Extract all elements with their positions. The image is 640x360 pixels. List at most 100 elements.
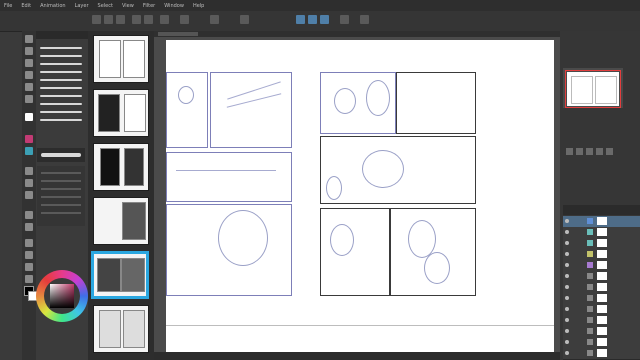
command-bar bbox=[0, 11, 640, 32]
redo-icon[interactable] bbox=[144, 15, 153, 24]
flip-icon[interactable] bbox=[606, 148, 613, 155]
speech-balloon bbox=[424, 252, 450, 284]
menu-help[interactable]: Help bbox=[193, 3, 204, 9]
page-thumbnail[interactable] bbox=[93, 143, 149, 191]
color-saturation-square[interactable] bbox=[50, 284, 74, 308]
speech-balloon bbox=[326, 176, 342, 200]
eye-icon[interactable] bbox=[565, 296, 569, 300]
brush-preset[interactable] bbox=[38, 100, 84, 107]
brush-preset[interactable] bbox=[38, 76, 84, 83]
menu-edit[interactable]: Edit bbox=[21, 3, 31, 9]
eye-icon[interactable] bbox=[565, 307, 569, 311]
eraser-icon[interactable] bbox=[25, 167, 33, 175]
snap-icon[interactable] bbox=[240, 15, 249, 24]
zoom-icon[interactable] bbox=[25, 35, 33, 43]
ruler-icon[interactable] bbox=[25, 239, 33, 247]
fill-icon[interactable] bbox=[25, 179, 33, 187]
layer-color-swatch bbox=[587, 229, 593, 235]
speech-balloon bbox=[366, 80, 390, 116]
brush-preset[interactable] bbox=[38, 108, 84, 115]
zoom-out-icon[interactable] bbox=[566, 148, 573, 155]
page-thumbnail[interactable] bbox=[93, 35, 149, 83]
menu-layer[interactable]: Layer bbox=[75, 3, 89, 9]
brush-preset[interactable] bbox=[38, 60, 84, 67]
eye-icon[interactable] bbox=[565, 285, 569, 289]
eye-icon[interactable] bbox=[565, 219, 569, 223]
eye-icon[interactable] bbox=[565, 263, 569, 267]
eye-icon[interactable] bbox=[565, 351, 569, 355]
balloon-icon[interactable] bbox=[25, 263, 33, 271]
sketch-line bbox=[176, 170, 276, 171]
menu-bar: File Edit Animation Layer Select View Fi… bbox=[0, 0, 640, 11]
new-icon[interactable] bbox=[92, 15, 101, 24]
rotate-right-icon[interactable] bbox=[596, 148, 603, 155]
undo-icon[interactable] bbox=[132, 15, 141, 24]
open-icon[interactable] bbox=[104, 15, 113, 24]
selection-icon[interactable] bbox=[25, 59, 33, 67]
page-thumbnail[interactable] bbox=[93, 305, 149, 353]
snap-special-ruler-icon[interactable] bbox=[308, 15, 317, 24]
layer-color-swatch bbox=[587, 339, 593, 345]
text-icon[interactable] bbox=[25, 251, 33, 259]
tool-property-panel bbox=[37, 166, 85, 226]
menu-animation[interactable]: Animation bbox=[40, 3, 66, 9]
eye-icon[interactable] bbox=[565, 329, 569, 333]
eye-icon[interactable] bbox=[565, 252, 569, 256]
brush-preset[interactable] bbox=[38, 84, 84, 91]
settings-icon[interactable] bbox=[210, 15, 219, 24]
layer-color-swatch bbox=[587, 251, 593, 257]
manga-panel bbox=[166, 72, 208, 148]
rotate-left-icon[interactable] bbox=[586, 148, 593, 155]
dots-icon[interactable] bbox=[360, 15, 369, 24]
brush-preset[interactable] bbox=[38, 44, 84, 51]
frame-icon[interactable] bbox=[25, 223, 33, 231]
eye-icon[interactable] bbox=[565, 241, 569, 245]
layer-thumbnail bbox=[597, 228, 607, 236]
gradient-icon[interactable] bbox=[25, 191, 33, 199]
sketch-head bbox=[334, 88, 356, 114]
manga-panel bbox=[166, 152, 292, 202]
transform-icon[interactable] bbox=[180, 15, 189, 24]
save-icon[interactable] bbox=[116, 15, 125, 24]
page-thumbnail[interactable] bbox=[93, 89, 149, 137]
zoom-in-icon[interactable] bbox=[576, 148, 583, 155]
layer-thumbnail bbox=[597, 327, 607, 335]
figure-icon[interactable] bbox=[25, 211, 33, 219]
pencil-icon[interactable] bbox=[25, 95, 33, 103]
brush-preset[interactable] bbox=[38, 68, 84, 75]
decoration-icon[interactable] bbox=[25, 147, 33, 155]
correct-line-icon[interactable] bbox=[25, 275, 33, 283]
menu-window[interactable]: Window bbox=[164, 3, 184, 9]
eye-icon[interactable] bbox=[565, 230, 569, 234]
menu-file[interactable]: File bbox=[4, 3, 12, 9]
clear-icon[interactable] bbox=[160, 15, 169, 24]
eyedropper-icon[interactable] bbox=[25, 71, 33, 79]
sketch-head bbox=[362, 150, 404, 188]
layer-thumbnail bbox=[597, 283, 607, 291]
snap-ruler-icon[interactable] bbox=[296, 15, 305, 24]
brush-preset[interactable] bbox=[38, 52, 84, 59]
snap-grid-icon[interactable] bbox=[320, 15, 329, 24]
brush-preset[interactable] bbox=[38, 92, 84, 99]
sketch-head bbox=[178, 86, 194, 104]
layer-color-swatch bbox=[587, 306, 593, 312]
navigator-viewport-frame[interactable] bbox=[565, 70, 621, 108]
brush-preset[interactable] bbox=[38, 116, 84, 123]
eye-icon[interactable] bbox=[565, 340, 569, 344]
menu-view[interactable]: View bbox=[122, 3, 134, 9]
manga-page[interactable] bbox=[166, 40, 554, 358]
page-thumbnail[interactable] bbox=[93, 197, 149, 245]
eye-icon[interactable] bbox=[565, 274, 569, 278]
pen-icon[interactable] bbox=[25, 83, 33, 91]
move-icon[interactable] bbox=[25, 47, 33, 55]
brush-icon[interactable] bbox=[25, 113, 33, 121]
smoothing-icon[interactable] bbox=[340, 15, 349, 24]
layer-row[interactable] bbox=[563, 348, 640, 360]
layer-color-swatch bbox=[587, 328, 593, 334]
menu-select[interactable]: Select bbox=[98, 3, 113, 9]
menu-filter[interactable]: Filter bbox=[143, 3, 155, 9]
eye-icon[interactable] bbox=[565, 318, 569, 322]
layer-color-swatch bbox=[587, 218, 593, 224]
page-thumbnail-selected[interactable] bbox=[91, 251, 149, 299]
airbrush-icon[interactable] bbox=[25, 135, 33, 143]
